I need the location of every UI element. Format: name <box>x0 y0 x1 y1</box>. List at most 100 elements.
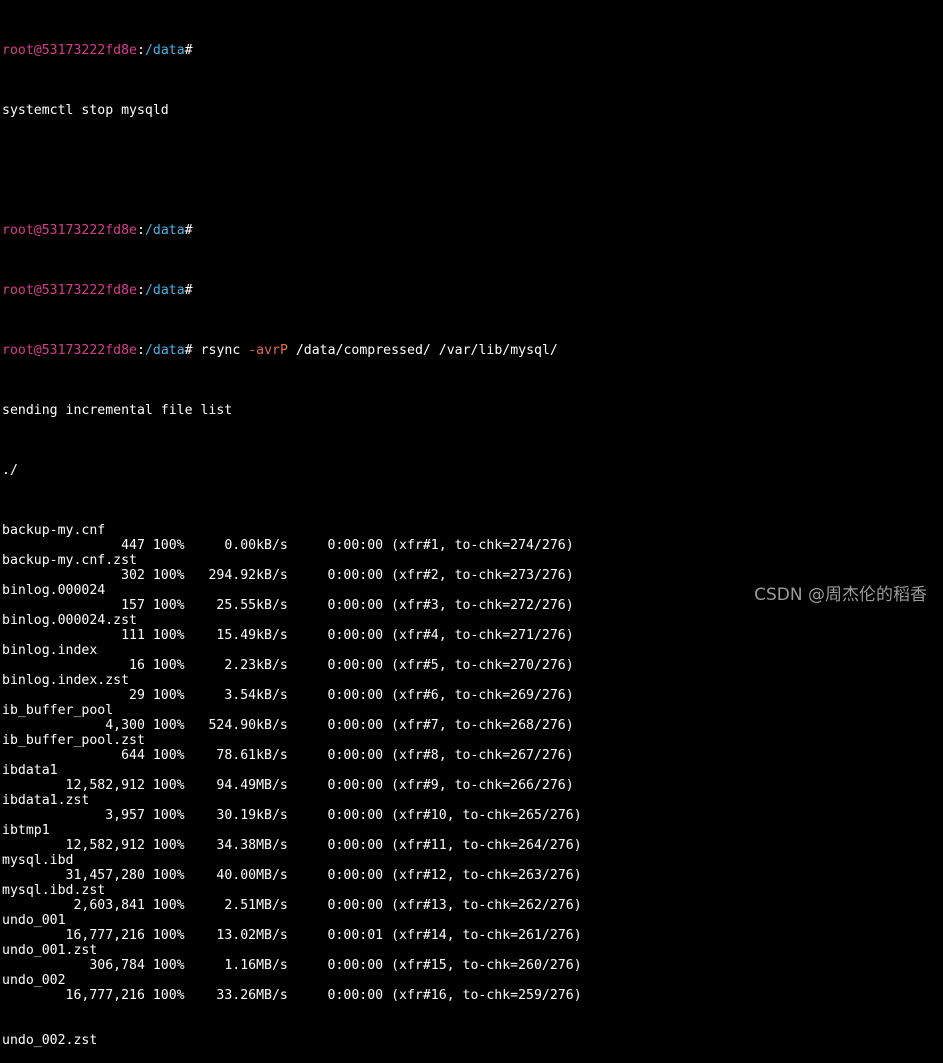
transfer-stats-line: 111 100% 15.49kB/s 0:00:00 (xfr#4, to-ch… <box>2 628 941 643</box>
transfer-filename: undo_002 <box>2 973 66 988</box>
transfer-size: 3,957 <box>2 808 145 823</box>
transfer-rate: 40.00MB/s <box>184 868 288 883</box>
transfer-gap <box>383 718 391 733</box>
transfer-percent: 100% <box>144 598 185 613</box>
transfer-percent: 100% <box>144 748 185 763</box>
transfer-size: 4,300 <box>2 718 145 733</box>
command-text: systemctl stop mysqld <box>2 103 169 118</box>
transfer-filename: binlog.000024.zst <box>2 613 137 628</box>
prompt-line: root@53173222fd8e:/data# <box>2 283 941 298</box>
transfer-stats-line: 644 100% 78.61kB/s 0:00:00 (xfr#8, to-ch… <box>2 748 941 763</box>
transfer-gap <box>383 688 391 703</box>
prompt-symbol: # <box>184 43 193 58</box>
watermark: CSDN @周杰伦的稻香 <box>754 585 927 605</box>
transfer-gap <box>383 778 391 793</box>
rsync-command-space <box>193 343 201 358</box>
transfer-stats-line: 2,603,841 100% 2.51MB/s 0:00:00 (xfr#13,… <box>2 898 941 913</box>
transfer-time: 0:00:00 <box>287 718 384 733</box>
transfer-filename: undo_001.zst <box>2 943 98 958</box>
transfer-file-line: ibtmp1 <box>2 823 941 838</box>
transfer-rate: 2.23kB/s <box>184 658 288 673</box>
transfer-filename: ibdata1.zst <box>2 793 90 808</box>
prompt-symbol: # <box>184 343 193 358</box>
transfer-time: 0:00:01 <box>287 928 384 943</box>
transfer-info: (xfr#11, to-chk=264/276) <box>391 838 582 853</box>
sending-text: sending incremental file list <box>2 403 233 418</box>
transfer-gap <box>383 748 391 763</box>
transfer-percent: 100% <box>144 898 185 913</box>
transfer-info: (xfr#8, to-chk=267/276) <box>391 748 574 763</box>
command-line: systemctl stop mysqld <box>2 103 941 118</box>
transfer-rate: 0.00kB/s <box>184 538 288 553</box>
prompt-colon: : <box>137 43 145 58</box>
transfer-gap <box>383 988 391 1003</box>
transfer-file-line: binlog.000024.zst <box>2 613 941 628</box>
transfer-percent: 100% <box>144 568 185 583</box>
transfer-filename: ib_buffer_pool <box>2 703 114 718</box>
transfer-rate: 78.61kB/s <box>184 748 288 763</box>
terminal-output[interactable]: root@53173222fd8e:/data# systemctl stop … <box>2 0 941 1063</box>
transfer-file-line: mysql.ibd <box>2 853 941 868</box>
transfer-file-line: ibdata1 <box>2 763 941 778</box>
transfer-stats-line: 31,457,280 100% 40.00MB/s 0:00:00 (xfr#1… <box>2 868 941 883</box>
transfer-rate: 524.90kB/s <box>184 718 288 733</box>
transfer-stats-line: 447 100% 0.00kB/s 0:00:00 (xfr#1, to-chk… <box>2 538 941 553</box>
transfer-size: 31,457,280 <box>2 868 145 883</box>
rsync-paths: /data/compressed/ /var/lib/mysql/ <box>287 343 558 358</box>
transfer-filename: binlog.000024 <box>2 583 106 598</box>
transfer-time: 0:00:00 <box>287 688 384 703</box>
transfer-stats-line: 4,300 100% 524.90kB/s 0:00:00 (xfr#7, to… <box>2 718 941 733</box>
prompt-cwd: /data <box>144 43 185 58</box>
transfer-size: 644 <box>2 748 145 763</box>
prompt-at: @ <box>33 283 42 298</box>
transfer-time: 0:00:00 <box>287 658 384 673</box>
transfer-time: 0:00:00 <box>287 748 384 763</box>
transfer-filename: ib_buffer_pool.zst <box>2 733 145 748</box>
transfer-size: 157 <box>2 598 145 613</box>
transfer-filename: undo_001 <box>2 913 66 928</box>
prompt-cwd: /data <box>144 343 185 358</box>
transfer-size: 302 <box>2 568 145 583</box>
prompt-user: root <box>2 43 34 58</box>
transfer-gap <box>383 808 391 823</box>
transfer-gap <box>383 928 391 943</box>
transfer-percent: 100% <box>144 808 185 823</box>
transfer-info: (xfr#4, to-chk=271/276) <box>391 628 574 643</box>
transfer-info: (xfr#15, to-chk=260/276) <box>391 958 582 973</box>
prompt-colon: : <box>137 223 145 238</box>
prompt-colon: : <box>137 343 145 358</box>
transfer-gap <box>383 628 391 643</box>
transfer-info: (xfr#9, to-chk=266/276) <box>391 778 574 793</box>
prompt-line: root@53173222fd8e:/data# rsync -avrP /da… <box>2 343 941 358</box>
transfer-time: 0:00:00 <box>287 838 384 853</box>
prompt-at: @ <box>33 43 42 58</box>
transfer-info: (xfr#5, to-chk=270/276) <box>391 658 574 673</box>
transfer-filename: mysql.ibd <box>2 853 74 868</box>
transfer-rate: 33.26MB/s <box>184 988 288 1003</box>
transfer-rate: 25.55kB/s <box>184 598 288 613</box>
transfer-size: 16 <box>2 658 145 673</box>
transfer-gap <box>383 958 391 973</box>
transfer-info: (xfr#3, to-chk=272/276) <box>391 598 574 613</box>
transfer-time: 0:00:00 <box>287 598 384 613</box>
transfer-gap <box>383 598 391 613</box>
transfer-info: (xfr#1, to-chk=274/276) <box>391 538 574 553</box>
transfer-gap <box>383 568 391 583</box>
dir-entry: ./ <box>2 463 18 478</box>
prompt-line: root@53173222fd8e:/data# <box>2 43 941 58</box>
trailing-file: undo_002.zst <box>2 1033 98 1048</box>
transfer-file-line: undo_002 <box>2 973 941 988</box>
transfer-gap <box>383 898 391 913</box>
transfer-file-line: ib_buffer_pool.zst <box>2 733 941 748</box>
prompt-at: @ <box>33 343 42 358</box>
transfer-percent: 100% <box>144 928 185 943</box>
transfer-rate: 1.16MB/s <box>184 958 288 973</box>
prompt-user: root <box>2 343 34 358</box>
transfer-rate: 94.49MB/s <box>184 778 288 793</box>
transfer-info: (xfr#7, to-chk=268/276) <box>391 718 574 733</box>
transfer-rate: 294.92kB/s <box>184 568 288 583</box>
transfer-size: 29 <box>2 688 145 703</box>
transfer-percent: 100% <box>144 838 185 853</box>
transfer-stats-line: 12,582,912 100% 34.38MB/s 0:00:00 (xfr#1… <box>2 838 941 853</box>
